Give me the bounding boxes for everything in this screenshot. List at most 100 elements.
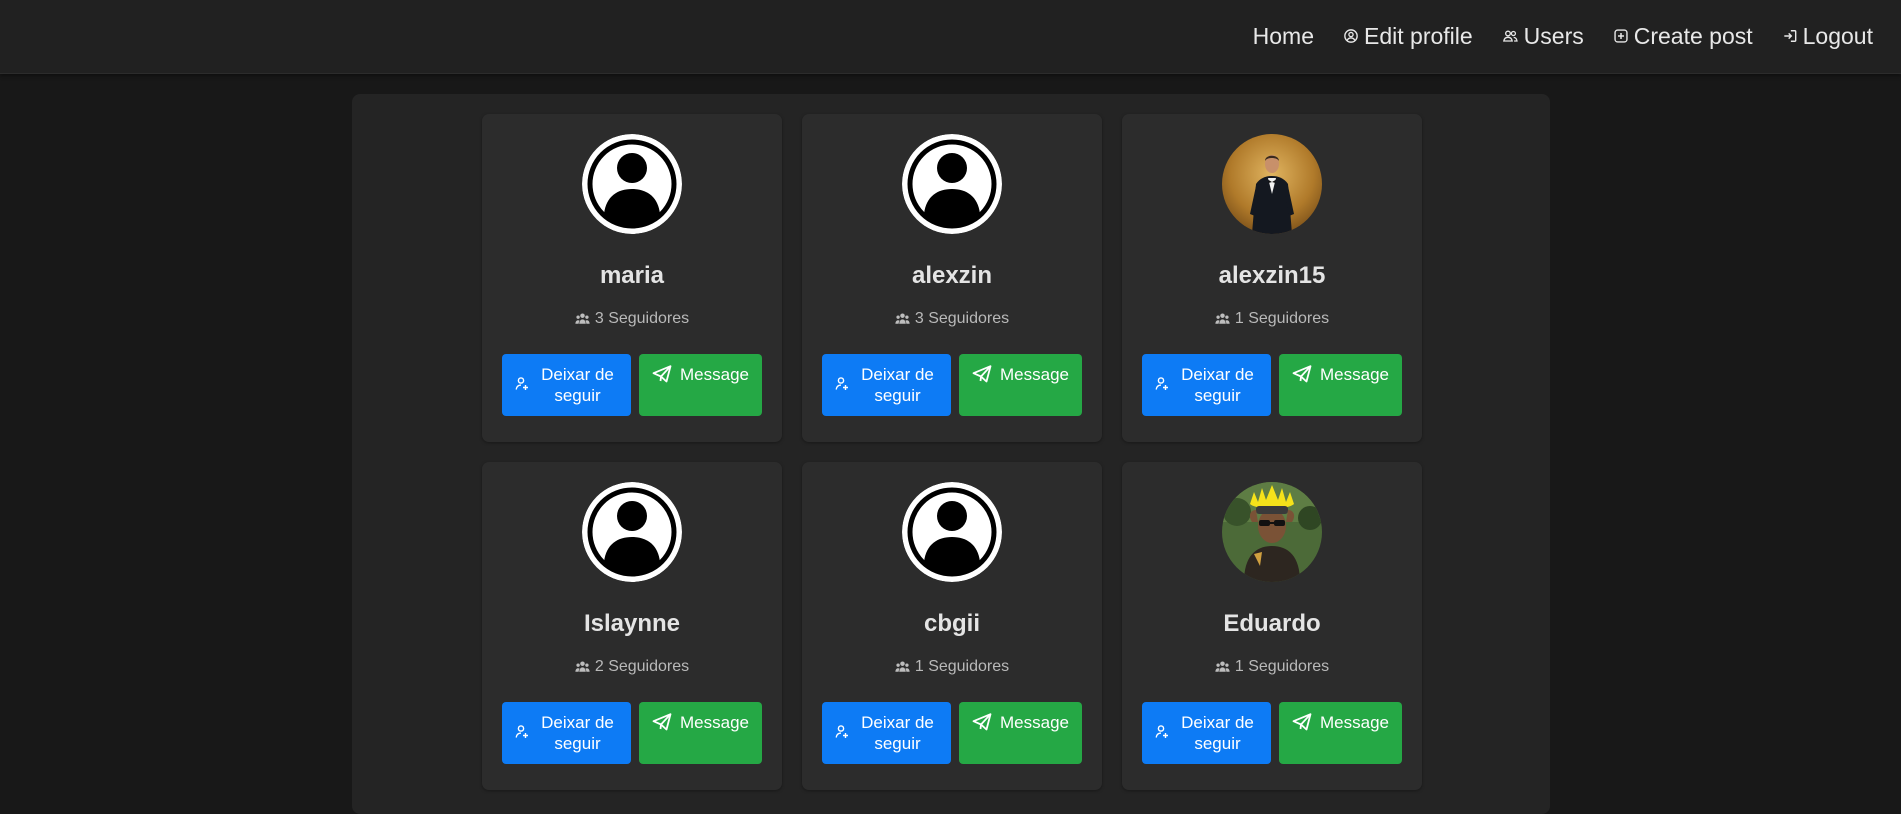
message-label: Message <box>1000 365 1069 384</box>
message-label: Message <box>1320 713 1389 732</box>
card-actions: Deixar de seguir Message <box>1142 702 1402 764</box>
nav-links: Home Edit profile Users Create post Logo… <box>1253 0 1873 72</box>
message-button[interactable]: Message <box>959 702 1082 764</box>
followers-icon <box>1215 660 1230 674</box>
unfollow-label: Deixar de seguir <box>861 365 934 405</box>
unfollow-button[interactable]: Deixar de seguir <box>822 354 951 416</box>
navbar: Home Edit profile Users Create post Logo… <box>0 0 1901 74</box>
followers-label: 3 Seguidores <box>594 310 690 327</box>
avatar[interactable] <box>582 134 682 234</box>
nav-create-post-label: Create post <box>1633 22 1753 49</box>
user-name: maria <box>599 262 665 289</box>
user-plus-icon <box>835 375 849 396</box>
send-icon <box>1292 712 1312 736</box>
user-card: alexzin15 1 Seguidores Deixar de seguir <box>1122 114 1422 442</box>
card-actions: Deixar de seguir Message <box>1142 354 1402 416</box>
user-name: cbgii <box>923 610 980 637</box>
unfollow-button[interactable]: Deixar de seguir <box>502 702 631 764</box>
send-icon <box>652 712 672 736</box>
unfollow-label: Deixar de seguir <box>861 713 934 753</box>
avatar[interactable] <box>1222 482 1322 582</box>
user-plus-icon <box>835 723 849 744</box>
message-button[interactable]: Message <box>959 354 1082 416</box>
plus-square-icon <box>1614 29 1628 43</box>
user-name: alexzin <box>911 262 993 289</box>
followers-count: 2 Seguidores <box>482 658 782 676</box>
user-name: alexzin15 <box>1218 262 1326 289</box>
user-card: cbgii 1 Seguidores Deixar de seguir Mess… <box>802 462 1102 790</box>
unfollow-label: Deixar de seguir <box>1181 713 1254 753</box>
default-avatar-icon <box>902 482 1002 582</box>
user-plus-icon <box>1155 375 1169 396</box>
nav-edit-profile-label: Edit profile <box>1364 22 1473 49</box>
users-grid: maria 3 Seguidores Deixar de seguir Mess… <box>482 114 1422 790</box>
followers-icon <box>575 660 590 674</box>
avatar[interactable] <box>902 134 1002 234</box>
nav-users-label: Users <box>1523 22 1584 49</box>
logout-icon <box>1783 29 1797 43</box>
message-button[interactable]: Message <box>639 702 762 764</box>
user-name: Islaynne <box>583 610 681 637</box>
user-card: Islaynne 2 Seguidores Deixar de seguir M… <box>482 462 782 790</box>
message-button[interactable]: Message <box>639 354 762 416</box>
message-label: Message <box>1000 713 1069 732</box>
nav-edit-profile-link[interactable]: Edit profile <box>1344 23 1473 50</box>
send-icon <box>972 712 992 736</box>
followers-count: 1 Seguidores <box>1122 658 1422 676</box>
message-label: Message <box>680 713 749 732</box>
user-card: maria 3 Seguidores Deixar de seguir Mess… <box>482 114 782 442</box>
user-name: Eduardo <box>1223 610 1321 637</box>
unfollow-button[interactable]: Deixar de seguir <box>1142 354 1271 416</box>
nav-logout-link[interactable]: Logout <box>1783 23 1873 50</box>
send-icon <box>1292 364 1312 388</box>
nav-users-link[interactable]: Users <box>1502 22 1584 50</box>
nav-home-link[interactable]: Home <box>1253 23 1314 50</box>
default-avatar-icon <box>582 134 682 234</box>
user-plus-icon <box>1155 723 1169 744</box>
followers-count: 3 Seguidores <box>802 310 1102 328</box>
user-circle-icon <box>1344 29 1358 43</box>
followers-count: 1 Seguidores <box>1122 310 1422 328</box>
message-button[interactable]: Message <box>1279 702 1402 764</box>
users-icon <box>1502 29 1518 43</box>
followers-icon <box>575 312 590 326</box>
avatar[interactable] <box>1222 134 1322 234</box>
message-label: Message <box>1320 365 1389 384</box>
send-icon <box>972 364 992 388</box>
users-container: maria 3 Seguidores Deixar de seguir Mess… <box>352 94 1550 814</box>
card-actions: Deixar de seguir Message <box>502 354 762 416</box>
followers-label: 1 Seguidores <box>914 658 1010 675</box>
avatar[interactable] <box>902 482 1002 582</box>
user-plus-icon <box>515 375 529 396</box>
followers-icon <box>895 312 910 326</box>
unfollow-label: Deixar de seguir <box>1181 365 1254 405</box>
followers-icon <box>895 660 910 674</box>
photo-avatar-icon <box>1222 134 1322 234</box>
card-actions: Deixar de seguir Message <box>502 702 762 764</box>
unfollow-button[interactable]: Deixar de seguir <box>822 702 951 764</box>
message-button[interactable]: Message <box>1279 354 1402 416</box>
user-card: Eduardo 1 Seguidores Deixar de seguir Me… <box>1122 462 1422 790</box>
nav-home-label: Home <box>1252 22 1314 49</box>
photo-avatar-icon <box>1222 482 1322 582</box>
avatar[interactable] <box>582 482 682 582</box>
nav-create-post-link[interactable]: Create post <box>1614 23 1753 50</box>
card-actions: Deixar de seguir Message <box>822 354 1082 416</box>
default-avatar-icon <box>582 482 682 582</box>
unfollow-label: Deixar de seguir <box>541 713 614 753</box>
followers-count: 3 Seguidores <box>482 310 782 328</box>
followers-label: 1 Seguidores <box>1234 310 1330 327</box>
user-card: alexzin 3 Seguidores Deixar de seguir Me… <box>802 114 1102 442</box>
followers-label: 3 Seguidores <box>914 310 1010 327</box>
user-plus-icon <box>515 723 529 744</box>
default-avatar-icon <box>902 134 1002 234</box>
followers-icon <box>1215 312 1230 326</box>
unfollow-button[interactable]: Deixar de seguir <box>502 354 631 416</box>
send-icon <box>652 364 672 388</box>
unfollow-button[interactable]: Deixar de seguir <box>1142 702 1271 764</box>
followers-label: 1 Seguidores <box>1234 658 1330 675</box>
nav-logout-label: Logout <box>1802 22 1873 49</box>
followers-label: 2 Seguidores <box>594 658 690 675</box>
message-label: Message <box>680 365 749 384</box>
card-actions: Deixar de seguir Message <box>822 702 1082 764</box>
